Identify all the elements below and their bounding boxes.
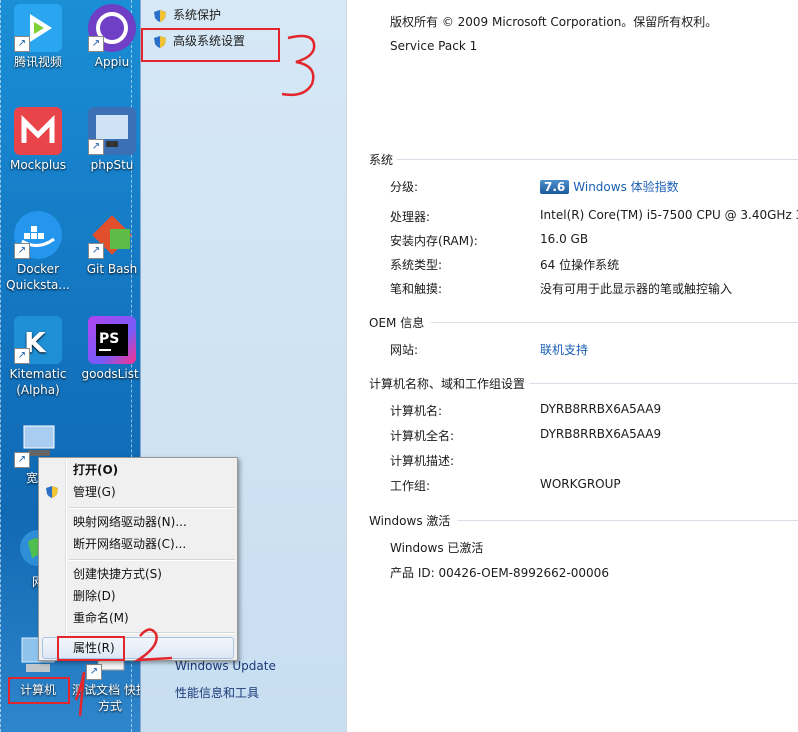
section-divider — [397, 159, 798, 160]
tencent-video-icon: ↗ — [14, 4, 62, 52]
processor-label: 处理器: — [390, 210, 431, 224]
section-divider — [529, 383, 798, 384]
docker-icon: ↗ — [14, 211, 62, 259]
full-name-label: 计算机全名: — [390, 429, 455, 443]
rating-label: 分级: — [390, 180, 419, 194]
context-menu: 打开(O) 管理(G) 映射网络驱动器(N)... 断开网络驱动器(C)... … — [38, 457, 238, 661]
nav-system-protection[interactable]: 系统保护 — [153, 5, 221, 25]
rating-value[interactable]: 7.6 Windows 体验指数 — [540, 178, 679, 195]
kitematic-icon: K ↗ — [14, 316, 62, 364]
nav-item-label: 系统保护 — [173, 8, 222, 22]
section-computer-name: 计算机名称、域和工作组设置 — [369, 375, 798, 395]
desktop-icon-label: 腾讯视频 — [13, 55, 62, 69]
mockplus-icon — [14, 107, 62, 155]
desktop-icon-mockplus[interactable]: Mockplus — [0, 107, 76, 173]
desktop-icon-phpstudy[interactable]: ↗ phpStu — [74, 107, 140, 173]
computer-name-label: 计算机名: — [390, 404, 443, 418]
nav-windows-update[interactable]: Windows Update — [175, 659, 276, 673]
computer-name-value: DYRB8RRBX6A5AA9 — [540, 402, 662, 416]
svg-text:PS: PS — [99, 331, 119, 347]
desktop-icon-appium[interactable]: ↗ Appiu — [74, 4, 140, 70]
annotation-box-computer — [8, 677, 70, 704]
section-heading: 计算机名称、域和工作组设置 — [369, 377, 526, 391]
section-heading: 系统 — [369, 153, 394, 167]
section-divider — [457, 520, 798, 521]
desktop-icon-tencent-video[interactable]: ↗ 腾讯视频 — [0, 4, 76, 70]
description-label: 计算机描述: — [390, 454, 455, 468]
full-name-value: DYRB8RRBX6A5AA9 — [540, 427, 662, 441]
menu-separator — [69, 632, 235, 634]
desktop-icon-git-bash[interactable]: ↗ Git Bash — [74, 211, 140, 277]
system-type-value: 64 位操作系统 — [540, 258, 620, 272]
menu-item-label: 管理(G) — [73, 485, 116, 499]
section-heading: Windows 激活 — [369, 514, 451, 528]
menu-item-rename[interactable]: 重命名(M) — [73, 608, 129, 628]
menu-item-create-shortcut[interactable]: 创建快捷方式(S) — [73, 564, 162, 584]
menu-item-disconnect-network-drive[interactable]: 断开网络驱动器(C)... — [73, 534, 186, 554]
system-type-label: 系统类型: — [390, 258, 443, 272]
workgroup-value: WORKGROUP — [540, 477, 621, 491]
git-bash-icon: ↗ — [88, 211, 136, 259]
annotation-box-advanced-settings — [141, 28, 280, 62]
section-activation: Windows 激活 — [369, 512, 798, 532]
menu-item-manage[interactable]: 管理(G) — [46, 482, 116, 502]
desktop-icon-kitematic[interactable]: K ↗ Kitematic (Alpha) — [0, 316, 76, 398]
pen-touch-label: 笔和触摸: — [390, 282, 443, 296]
desktop-icon-label: Appiu — [94, 55, 130, 69]
uac-shield-icon — [154, 9, 166, 22]
phpstorm-icon: PS — [88, 316, 136, 364]
desktop-icon-label: 测试文档 快捷方式 — [72, 683, 140, 713]
section-oem: OEM 信息 — [369, 314, 798, 334]
experience-index-badge: 7.6 — [540, 180, 570, 194]
phpstudy-icon: ↗ — [88, 107, 136, 155]
online-support-link[interactable]: 联机支持 — [540, 341, 588, 358]
workgroup-label: 工作组: — [390, 479, 431, 493]
pen-touch-value: 没有可用于此显示器的笔或触控输入 — [540, 282, 733, 296]
desktop-icon-label: phpStu — [90, 158, 134, 172]
section-system: 系统 — [369, 151, 798, 171]
section-divider — [431, 322, 798, 323]
desktop-icon-label: Mockplus — [9, 158, 67, 172]
menu-item-map-network-drive[interactable]: 映射网络驱动器(N)... — [73, 512, 187, 532]
section-heading: OEM 信息 — [369, 316, 425, 330]
menu-separator — [69, 507, 235, 509]
copyright-text: 版权所有 © 2009 Microsoft Corporation。保留所有权利… — [390, 15, 718, 29]
desktop-icon-label: Git Bash — [86, 262, 138, 276]
appium-icon: ↗ — [88, 4, 136, 52]
nav-performance-info[interactable]: 性能信息和工具 — [175, 684, 259, 701]
annotation-box-properties — [57, 636, 125, 661]
ram-label: 安装内存(RAM): — [390, 234, 478, 248]
desktop-icon-label: Kitematic (Alpha) — [9, 367, 67, 397]
uac-shield-icon — [46, 486, 58, 498]
menu-item-delete[interactable]: 删除(D) — [73, 586, 116, 606]
activation-status: Windows 已激活 — [390, 541, 484, 555]
ram-value: 16.0 GB — [540, 232, 589, 246]
row-rating: 分级: 7.6 Windows 体验指数 — [347, 178, 798, 198]
website-label: 网站: — [390, 343, 419, 357]
desktop-icon-label: Docker Quicksta... — [6, 262, 70, 292]
desktop-icon-label: goodsList. — [81, 367, 140, 381]
experience-index-link[interactable]: Windows 体验指数 — [573, 180, 678, 194]
desktop-icon-phpstorm[interactable]: PS goodsList. — [74, 316, 140, 382]
menu-item-open[interactable]: 打开(O) — [73, 460, 118, 480]
processor-value: Intel(R) Core(TM) i5-7500 CPU @ 3.40GHz … — [540, 208, 798, 222]
system-properties-main: 版权所有 © 2009 Microsoft Corporation。保留所有权利… — [346, 0, 798, 732]
desktop-icon-docker[interactable]: ↗ Docker Quicksta... — [0, 211, 76, 293]
menu-separator — [69, 559, 235, 561]
service-pack-text: Service Pack 1 — [390, 39, 478, 53]
product-id: 产品 ID: 00426-OEM-8992662-00006 — [390, 566, 609, 580]
menu-icon-gutter — [65, 460, 67, 658]
